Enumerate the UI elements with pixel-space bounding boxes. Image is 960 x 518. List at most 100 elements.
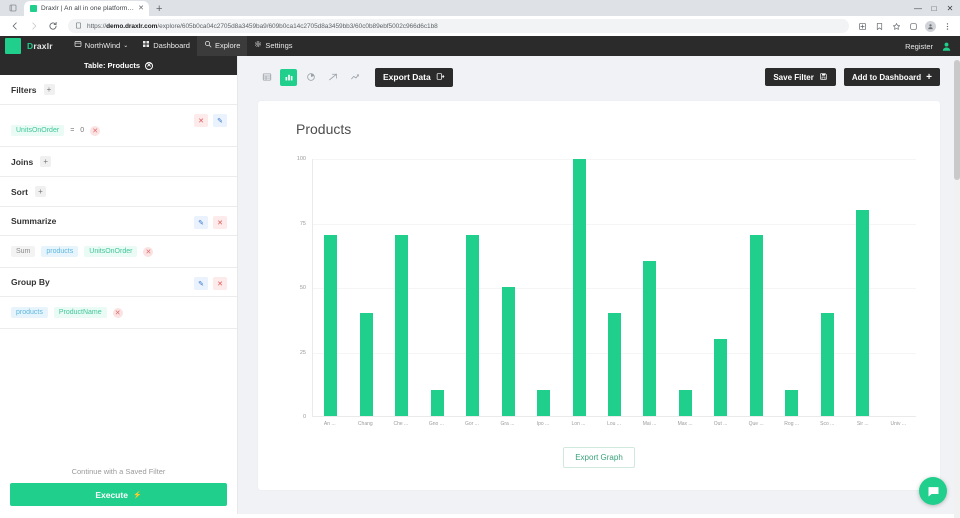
reload-icon[interactable] (44, 17, 62, 35)
chart-bar[interactable] (466, 235, 480, 416)
nav-item-explore[interactable]: Explore (196, 36, 248, 56)
group-by-rule-row: products ProductName ✕ (0, 297, 237, 329)
chart-bar[interactable] (714, 338, 728, 416)
y-tick-label: 50 (299, 285, 306, 291)
section-title-sort: Sort (11, 186, 28, 197)
group-by-column-chip[interactable]: ProductName (53, 307, 107, 318)
gear-icon (254, 39, 262, 53)
viz-tab-table[interactable] (258, 69, 275, 86)
plus-icon: + (926, 71, 932, 83)
summarize-column-chip[interactable]: UnitsOnOrder (84, 246, 138, 257)
group-by-table-chip[interactable]: products (11, 307, 48, 318)
address-bar[interactable]: https://demo.draxlr.com/explore/605b0ca0… (68, 19, 849, 33)
delete-filter-button[interactable]: ✕ (194, 114, 208, 127)
chart-bar[interactable] (749, 235, 763, 416)
export-graph-button[interactable]: Export Graph (563, 447, 635, 468)
remove-group-by-chip-icon[interactable]: ✕ (112, 307, 123, 318)
summarize-aggregate-chip[interactable]: Sum (11, 246, 36, 257)
chart-bar[interactable] (643, 261, 657, 416)
back-icon[interactable] (6, 17, 24, 35)
database-icon (74, 39, 82, 53)
main-layout: Table: Products ✕ Filters + ✕ ✎ UnitsOnO… (0, 56, 960, 514)
chart-bar[interactable] (395, 235, 409, 416)
new-tab-button[interactable]: + (156, 4, 162, 16)
close-icon[interactable]: ✕ (138, 5, 144, 12)
menu-icon[interactable] (940, 19, 954, 33)
viz-tab-pie[interactable] (302, 69, 319, 86)
saved-filter-link[interactable]: Continue with a Saved Filter (10, 467, 227, 476)
x-tick-label: Univ ... (890, 421, 907, 427)
bar-slot (739, 159, 774, 416)
toolbar-right-actions: Save Filter Add to Dashboard + (765, 68, 940, 86)
bar-slot (490, 159, 525, 416)
page-info-icon[interactable] (75, 22, 82, 31)
add-to-dashboard-button[interactable]: Add to Dashboard + (843, 68, 940, 86)
add-to-dashboard-label: Add to Dashboard (851, 72, 922, 82)
viz-tab-line[interactable] (324, 69, 341, 86)
filter-field-chip[interactable]: UnitsOnOrder (11, 125, 65, 136)
close-window-icon[interactable]: ✕ (942, 1, 958, 15)
y-tick-label: 25 (299, 349, 306, 356)
summarize-table-chip[interactable]: products (41, 246, 79, 257)
user-avatar-icon[interactable] (941, 41, 952, 52)
scrollbar-thumb[interactable] (954, 60, 960, 180)
maximize-icon[interactable]: □ (926, 1, 942, 15)
export-graph-wrapper: Export Graph (258, 447, 940, 468)
chart-bar[interactable] (607, 312, 621, 416)
x-tick-label: Ipo ... (536, 421, 550, 427)
add-join-button[interactable]: + (40, 156, 52, 167)
nav-item-dashboard[interactable]: Dashboard (135, 36, 197, 56)
export-data-label: Export Data (383, 72, 431, 82)
x-tick-label: Gno ... (428, 421, 444, 427)
edit-filter-button[interactable]: ✎ (213, 114, 227, 127)
x-tick-label: Lou ... (607, 421, 621, 427)
bookmark-ribbon-icon[interactable] (872, 19, 886, 33)
nav-label-northwind: NorthWind (84, 41, 121, 50)
viz-tab-area[interactable] (346, 69, 363, 86)
table-header: Table: Products ✕ (0, 56, 237, 75)
add-filter-button[interactable]: + (43, 84, 55, 95)
nav-item-northwind[interactable]: NorthWind ⌄ (67, 36, 135, 56)
edit-group-by-button[interactable]: ✎ (194, 277, 208, 290)
close-icon[interactable]: ✕ (145, 61, 154, 70)
nav-item-settings[interactable]: Settings (247, 36, 299, 56)
chart-bar[interactable] (785, 390, 799, 416)
chart-bar[interactable] (501, 287, 515, 416)
bar-slot (668, 159, 703, 416)
viz-tab-bar[interactable] (280, 68, 297, 86)
browser-tab[interactable]: Draxlr | An all in one platform t... ✕ (24, 1, 149, 16)
delete-summarize-button[interactable]: ✕ (213, 216, 227, 229)
execute-button[interactable]: Execute ⚡ (10, 483, 227, 506)
tab-search-icon[interactable] (2, 0, 24, 16)
profile-avatar-icon[interactable] (923, 19, 937, 33)
register-link[interactable]: Register (905, 42, 933, 51)
share-icon[interactable] (855, 19, 869, 33)
chart-bar[interactable] (324, 235, 338, 416)
minimize-icon[interactable]: — (910, 1, 926, 15)
save-filter-button[interactable]: Save Filter (765, 68, 836, 86)
remove-summarize-chip-icon[interactable]: ✕ (143, 246, 154, 257)
page-scrollbar[interactable] (954, 60, 960, 518)
chart-bar[interactable] (678, 390, 692, 416)
extensions-icon[interactable] (906, 19, 920, 33)
draxlr-logo-icon[interactable] (5, 38, 21, 54)
add-sort-button[interactable]: + (35, 186, 46, 197)
filter-rule-actions: ✕ ✎ (194, 114, 227, 127)
edit-summarize-button[interactable]: ✎ (194, 216, 208, 229)
chart-title: Products (296, 121, 352, 137)
bar-slot (419, 159, 454, 416)
remove-filter-chip-icon[interactable]: ✕ (90, 125, 101, 136)
chat-bubble-icon[interactable] (919, 477, 947, 505)
chart-bar[interactable] (572, 159, 586, 416)
chart-bar[interactable] (856, 209, 870, 416)
chart-bar[interactable] (430, 390, 444, 416)
section-summarize: Summarize ✎ ✕ (0, 207, 237, 236)
tab-title: Draxlr | An all in one platform t... (41, 5, 135, 12)
export-data-button[interactable]: Export Data (375, 67, 453, 87)
plot-area (312, 159, 916, 417)
chart-bar[interactable] (820, 312, 834, 416)
star-icon[interactable] (889, 19, 903, 33)
delete-group-by-button[interactable]: ✕ (213, 277, 227, 290)
chart-bar[interactable] (537, 390, 551, 416)
chart-bar[interactable] (359, 312, 373, 416)
